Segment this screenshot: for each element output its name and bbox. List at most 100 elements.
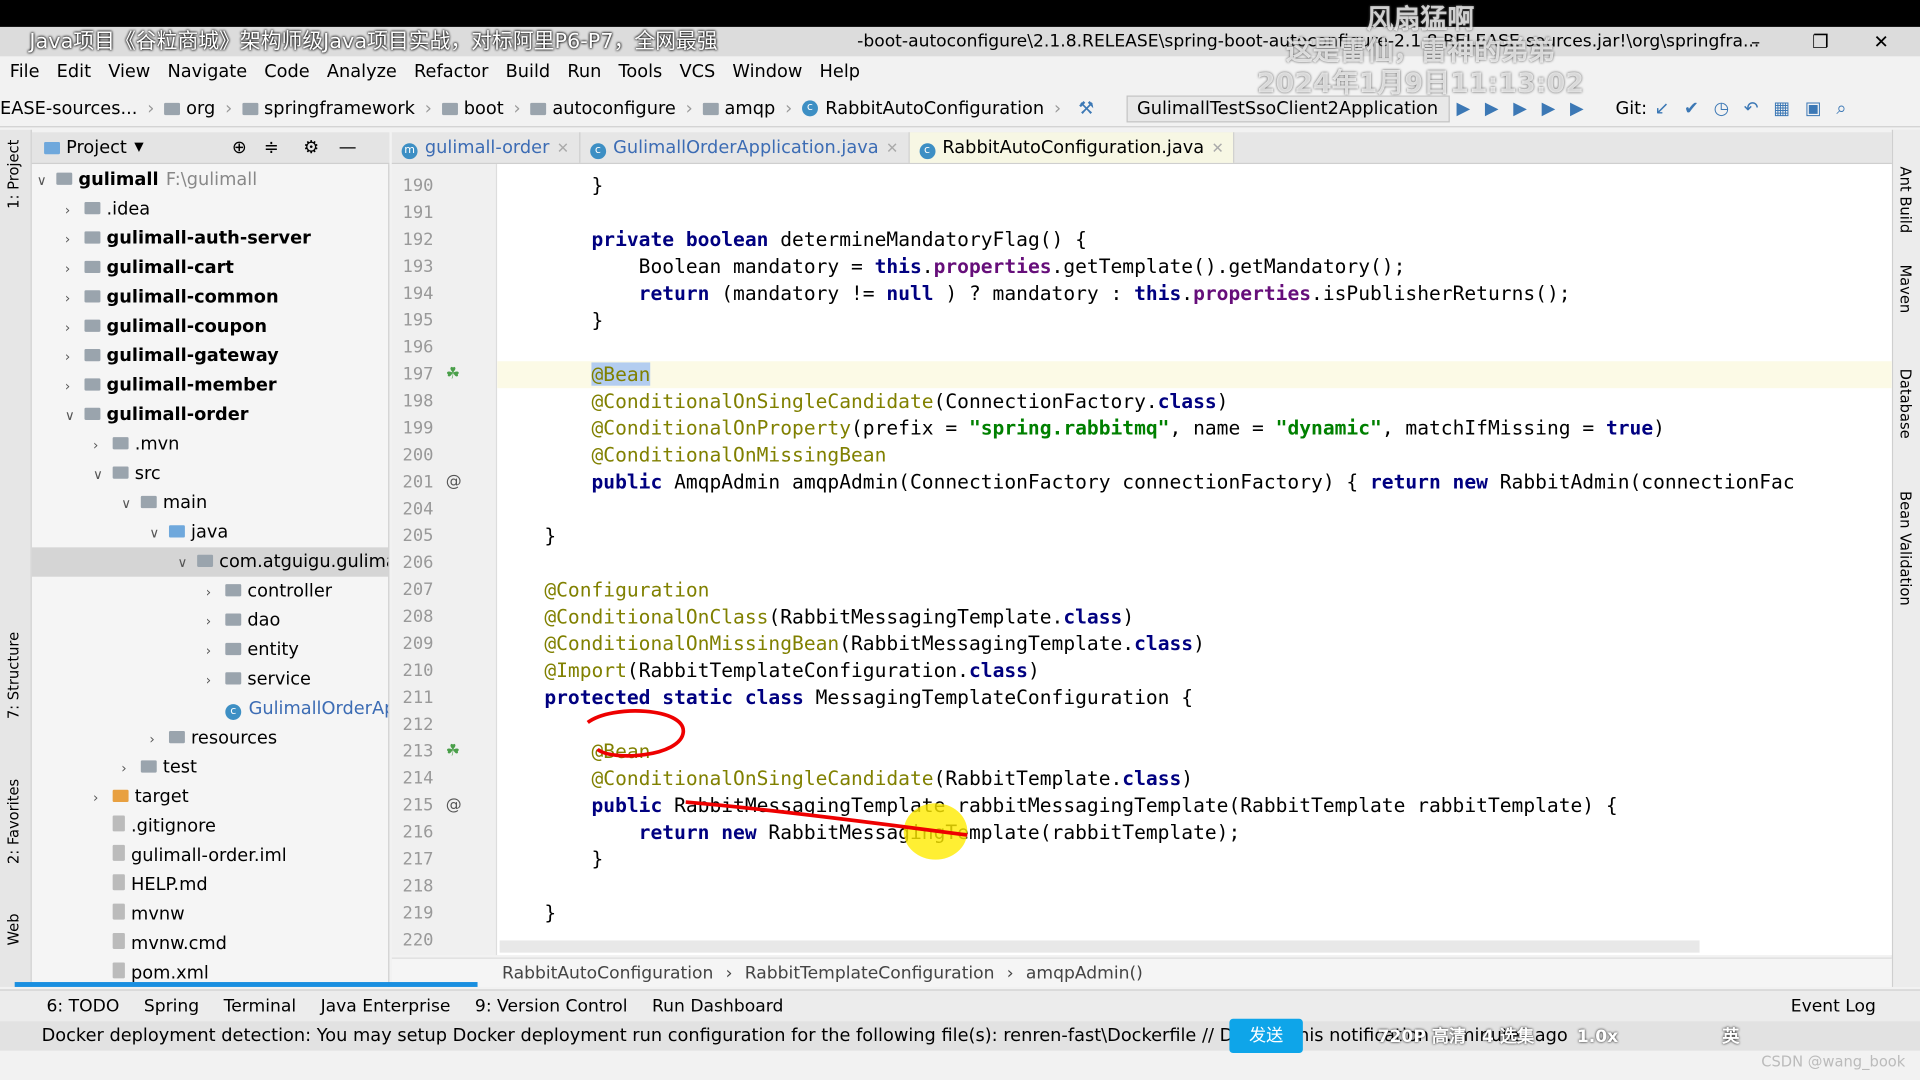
menu-refactor[interactable]: Refactor xyxy=(414,56,488,88)
editor-crumb[interactable]: RabbitTemplateConfiguration xyxy=(745,963,995,983)
editor-tab[interactable]: c RabbitAutoConfiguration.java ✕ xyxy=(909,132,1235,163)
chevron-right-icon[interactable]: › xyxy=(206,578,226,607)
collapse-icon[interactable]: ≑ xyxy=(264,138,279,158)
event-log-button[interactable]: Event Log xyxy=(1791,996,1876,1016)
horizontal-scrollbar[interactable] xyxy=(499,940,1700,953)
nav-crumb-file[interactable]: c RabbitAutoConfiguration xyxy=(801,99,1061,118)
minimize-button[interactable]: – xyxy=(1751,27,1760,56)
tree-item[interactable]: mvnw xyxy=(32,900,388,929)
chevron-down-icon[interactable]: ∨ xyxy=(178,549,198,578)
chevron-down-icon[interactable]: ∨ xyxy=(149,519,169,548)
right-tool-0[interactable]: Ant Build xyxy=(1897,167,1914,234)
chevron-right-icon[interactable]: › xyxy=(65,255,85,284)
left-tool-1[interactable]: 7: Structure xyxy=(5,632,22,719)
chevron-right-icon[interactable]: › xyxy=(93,431,113,460)
tool-window-5[interactable]: Run Dashboard xyxy=(652,996,783,1016)
locate-icon[interactable]: ⊕ xyxy=(232,138,247,158)
chevron-down-icon[interactable]: ∨ xyxy=(121,490,141,519)
chevron-down-icon[interactable]: ∨ xyxy=(37,167,57,196)
chevron-down-icon[interactable]: ∨ xyxy=(93,460,113,489)
episodes-button[interactable]: 4 选集 xyxy=(1482,1027,1534,1047)
right-tool-1[interactable]: Maven xyxy=(1897,264,1914,313)
close-icon[interactable]: ✕ xyxy=(886,140,898,157)
chevron-right-icon[interactable]: › xyxy=(65,284,85,313)
debug-icon[interactable]: ▶ xyxy=(1485,99,1499,119)
chevron-down-icon[interactable]: ∨ xyxy=(65,402,85,431)
tree-item[interactable]: › gulimall-coupon xyxy=(32,312,388,341)
menu-build[interactable]: Build xyxy=(506,56,551,88)
tree-item[interactable]: ∨ java xyxy=(32,518,388,548)
right-tool-2[interactable]: Database xyxy=(1897,369,1914,439)
project-structure-icon[interactable]: ▦ xyxy=(1773,99,1790,119)
tree-item[interactable]: › gulimall-gateway xyxy=(32,342,388,372)
gear-icon[interactable]: ⚙ xyxy=(303,138,319,158)
editor-tab[interactable]: c GulimallOrderApplication.java ✕ xyxy=(580,132,910,163)
nav-crumb[interactable]: org xyxy=(164,99,232,118)
tree-item[interactable]: › dao xyxy=(32,606,388,636)
restore-button[interactable]: ❐ xyxy=(1812,27,1828,56)
close-icon[interactable]: ✕ xyxy=(1211,140,1223,157)
quality-button[interactable]: 720P 高清 xyxy=(1378,1027,1467,1047)
tool-window-4[interactable]: 9: Version Control xyxy=(475,996,628,1016)
vcs-commit-icon[interactable]: ✔ xyxy=(1684,99,1699,119)
tree-item[interactable]: › resources xyxy=(32,724,388,753)
chevron-down-icon[interactable]: ▼ xyxy=(134,141,143,154)
left-tool-2[interactable]: 2: Favorites xyxy=(5,779,22,864)
tree-item[interactable]: › .mvn xyxy=(32,430,388,460)
vcs-update-icon[interactable]: ↙ xyxy=(1654,99,1669,119)
tree-item[interactable]: ∨ main xyxy=(32,489,388,519)
tree-item[interactable]: › controller xyxy=(32,577,388,607)
autowire-gutter-icon[interactable]: @ xyxy=(446,792,462,819)
layout-icon[interactable]: ▣ xyxy=(1805,99,1822,119)
menu-navigate[interactable]: Navigate xyxy=(167,56,247,88)
tree-item[interactable]: › gulimall-common xyxy=(32,283,388,313)
bean-gutter-icon[interactable]: ☘ xyxy=(446,738,460,765)
hide-icon[interactable]: — xyxy=(339,138,357,158)
left-tool-0[interactable]: 1: Project xyxy=(5,140,22,209)
project-view-selector[interactable]: Project xyxy=(66,138,127,158)
nav-crumb[interactable]: autoconfigure xyxy=(530,99,692,118)
tool-window-1[interactable]: Spring xyxy=(144,996,199,1016)
status-message[interactable]: Docker deployment detection: You may set… xyxy=(42,1026,1568,1046)
left-tool-3[interactable]: Web xyxy=(5,913,22,945)
speed-button[interactable]: 1.0x xyxy=(1577,1027,1618,1047)
profile-icon[interactable]: ▶ xyxy=(1542,99,1556,119)
close-button[interactable]: ✕ xyxy=(1873,27,1888,56)
editor-crumb[interactable]: amqpAdmin() xyxy=(1026,963,1143,983)
tree-item[interactable]: gulimall-order.iml xyxy=(32,841,388,870)
chevron-right-icon[interactable]: › xyxy=(65,372,85,401)
revert-icon[interactable]: ↶ xyxy=(1744,99,1759,119)
right-tool-3[interactable]: Bean Validation xyxy=(1897,491,1914,606)
run-icon[interactable]: ▶ xyxy=(1457,99,1471,119)
menu-edit[interactable]: Edit xyxy=(57,56,91,88)
tree-item[interactable]: › entity xyxy=(32,636,388,665)
tree-item[interactable]: ∨ src xyxy=(32,459,388,489)
tree-item[interactable]: mvnw.cmd xyxy=(32,929,388,958)
menu-file[interactable]: File xyxy=(10,56,40,88)
chevron-right-icon[interactable]: › xyxy=(206,607,226,636)
menu-analyze[interactable]: Analyze xyxy=(327,56,397,88)
tree-item[interactable]: › gulimall-cart xyxy=(32,253,388,284)
tree-item[interactable]: ∨ gulimall-order xyxy=(32,400,388,431)
code-editor[interactable]: } private boolean determineMandatoryFlag… xyxy=(497,164,1892,956)
chevron-right-icon[interactable]: › xyxy=(65,196,85,225)
tree-item[interactable]: › target xyxy=(32,782,388,811)
tree-item[interactable]: HELP.md xyxy=(32,871,388,900)
chevron-right-icon[interactable]: › xyxy=(65,343,85,372)
chevron-right-icon[interactable]: › xyxy=(121,754,141,783)
nav-crumb[interactable]: springframework xyxy=(242,99,432,118)
tree-item[interactable]: › service xyxy=(32,665,388,694)
menu-run[interactable]: Run xyxy=(567,56,601,88)
editor-tab[interactable]: m gulimall-order ✕ xyxy=(392,132,581,163)
tree-item[interactable]: › gulimall-auth-server xyxy=(32,224,388,254)
nav-crumb[interactable]: amqp xyxy=(702,99,793,118)
send-danmaku-button[interactable]: 发送 xyxy=(1229,1018,1303,1054)
menu-tools[interactable]: Tools xyxy=(619,56,663,88)
tool-window-2[interactable]: Terminal xyxy=(224,996,296,1016)
tree-item[interactable]: ∨ com.atguigu.gulima xyxy=(31,547,389,578)
tree-item[interactable]: › test xyxy=(32,753,388,783)
run-config-selector[interactable]: GulimallTestSsoClient2Application xyxy=(1125,94,1450,122)
chevron-right-icon[interactable]: › xyxy=(65,225,85,254)
search-icon[interactable]: ⌕ xyxy=(1836,99,1846,119)
bean-gutter-icon[interactable]: ☘ xyxy=(446,361,460,388)
